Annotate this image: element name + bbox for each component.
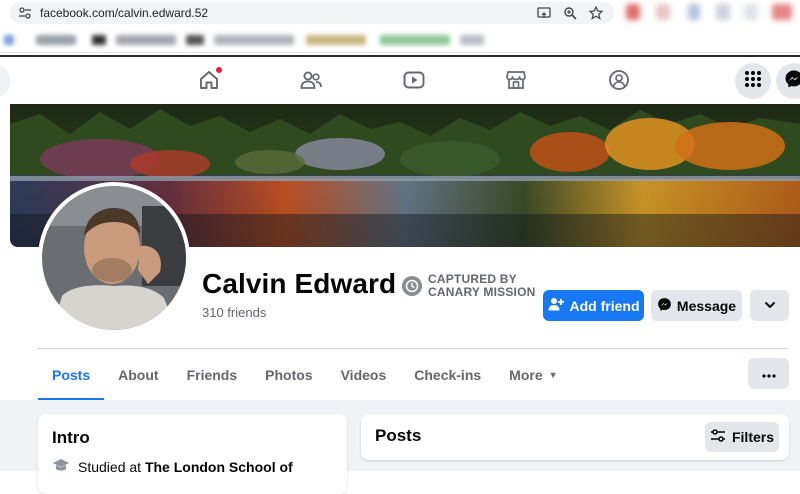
- tab-photos[interactable]: Photos: [251, 350, 326, 400]
- extension-icon[interactable]: [656, 4, 670, 20]
- bookmark-item[interactable]: [4, 35, 14, 45]
- groups-icon[interactable]: [606, 67, 632, 93]
- bookmark-item[interactable]: [460, 35, 484, 45]
- extension-icon[interactable]: [744, 4, 758, 20]
- more-actions-button[interactable]: [750, 290, 789, 321]
- tab-more[interactable]: More ▼: [495, 350, 571, 400]
- bookmark-item[interactable]: [214, 35, 294, 45]
- studied-prefix: Studied at: [78, 458, 145, 475]
- tab-label: About: [118, 367, 159, 383]
- cast-icon[interactable]: [536, 5, 552, 21]
- tab-label: More: [509, 367, 543, 383]
- profile-tabs: Posts About Friends Photos Videos Check-…: [38, 350, 572, 401]
- intro-education: Studied at The London School of: [52, 458, 293, 475]
- intro-card: Intro Studied at The London School of: [38, 414, 347, 494]
- tab-label: Friends: [186, 367, 238, 383]
- extension-icon[interactable]: [716, 4, 730, 20]
- bookmark-item[interactable]: [186, 35, 204, 45]
- avatar[interactable]: [42, 186, 186, 330]
- profile-picture[interactable]: [38, 182, 190, 334]
- posts-title: Posts: [375, 426, 422, 445]
- tab-label: Check-ins: [414, 367, 482, 383]
- home-icon[interactable]: [196, 67, 222, 93]
- menu-grid-icon: [744, 70, 762, 93]
- filters-button[interactable]: Filters: [705, 422, 779, 452]
- capture-badge-text: CAPTURED BY CANARY MISSION: [428, 273, 535, 299]
- filters-label: Filters: [731, 429, 774, 445]
- bookmark-item[interactable]: [306, 35, 366, 45]
- url-text[interactable]: facebook.com/calvin.edward.52: [40, 6, 208, 20]
- posts-card: Posts Filters: [361, 414, 789, 460]
- filter-sliders-icon: [710, 428, 726, 446]
- bookmark-item[interactable]: [116, 35, 176, 45]
- profile-options-button[interactable]: [748, 358, 789, 389]
- notification-dot: [216, 67, 222, 73]
- intro-title: Intro: [52, 428, 90, 447]
- search-button[interactable]: [0, 64, 10, 98]
- browser-toolbar: facebook.com/calvin.edward.52: [0, 0, 800, 26]
- badge-line-2: CANARY MISSION: [428, 285, 536, 299]
- extension-icon[interactable]: [626, 4, 640, 20]
- badge-line-1: CAPTURED BY: [428, 272, 517, 286]
- profile-page: Calvin Edward 310 friends CAPTURED BY CA…: [0, 104, 800, 494]
- address-bar[interactable]: facebook.com/calvin.edward.52: [10, 2, 614, 24]
- add-friend-icon: [548, 296, 564, 315]
- facebook-top-nav: [0, 55, 800, 104]
- watch-icon[interactable]: [401, 67, 427, 93]
- add-friend-label: Add friend: [569, 297, 640, 314]
- tab-about[interactable]: About: [104, 350, 172, 400]
- chevron-down-icon: [764, 298, 776, 314]
- tab-check-ins[interactable]: Check-ins: [400, 350, 495, 400]
- messenger-icon: [657, 297, 672, 315]
- site-settings-icon[interactable]: [18, 6, 32, 20]
- clock-icon: [402, 276, 422, 296]
- bookmark-item[interactable]: [380, 35, 450, 45]
- bookmark-star-icon[interactable]: [588, 5, 604, 21]
- profile-name: Calvin Edward: [202, 268, 397, 299]
- profile-divider: [38, 348, 788, 349]
- profile-feed: Intro Studied at The London School of Po…: [0, 400, 800, 494]
- add-friend-button[interactable]: Add friend: [543, 290, 644, 321]
- zoom-icon[interactable]: [562, 5, 578, 21]
- messenger-icon: [784, 69, 800, 94]
- tab-label: Posts: [52, 367, 91, 383]
- bookmark-item[interactable]: [92, 35, 106, 45]
- extension-icon[interactable]: [772, 4, 792, 20]
- school-link[interactable]: The London School of: [145, 459, 293, 475]
- bookmarks-bar: [0, 27, 800, 53]
- menu-grid-button[interactable]: [735, 63, 771, 99]
- tab-videos[interactable]: Videos: [327, 350, 401, 400]
- marketplace-icon[interactable]: [503, 67, 529, 93]
- bookmark-item[interactable]: [36, 35, 76, 45]
- friends-count[interactable]: 310 friends: [202, 305, 266, 320]
- tab-friends[interactable]: Friends: [173, 350, 252, 400]
- message-button[interactable]: Message: [651, 290, 742, 321]
- capture-badge: CAPTURED BY CANARY MISSION: [402, 273, 535, 299]
- ellipsis-icon: [761, 365, 776, 383]
- tab-posts[interactable]: Posts: [38, 350, 105, 401]
- graduation-cap-icon: [52, 458, 70, 475]
- extension-icon[interactable]: [688, 4, 700, 20]
- message-label: Message: [676, 297, 737, 314]
- messenger-button[interactable]: [776, 63, 800, 99]
- friends-icon[interactable]: [298, 67, 324, 93]
- education-text: Studied at The London School of: [78, 459, 293, 475]
- tab-label: Photos: [265, 367, 313, 383]
- tab-label: Videos: [340, 367, 387, 383]
- caret-down-icon: ▼: [548, 370, 558, 380]
